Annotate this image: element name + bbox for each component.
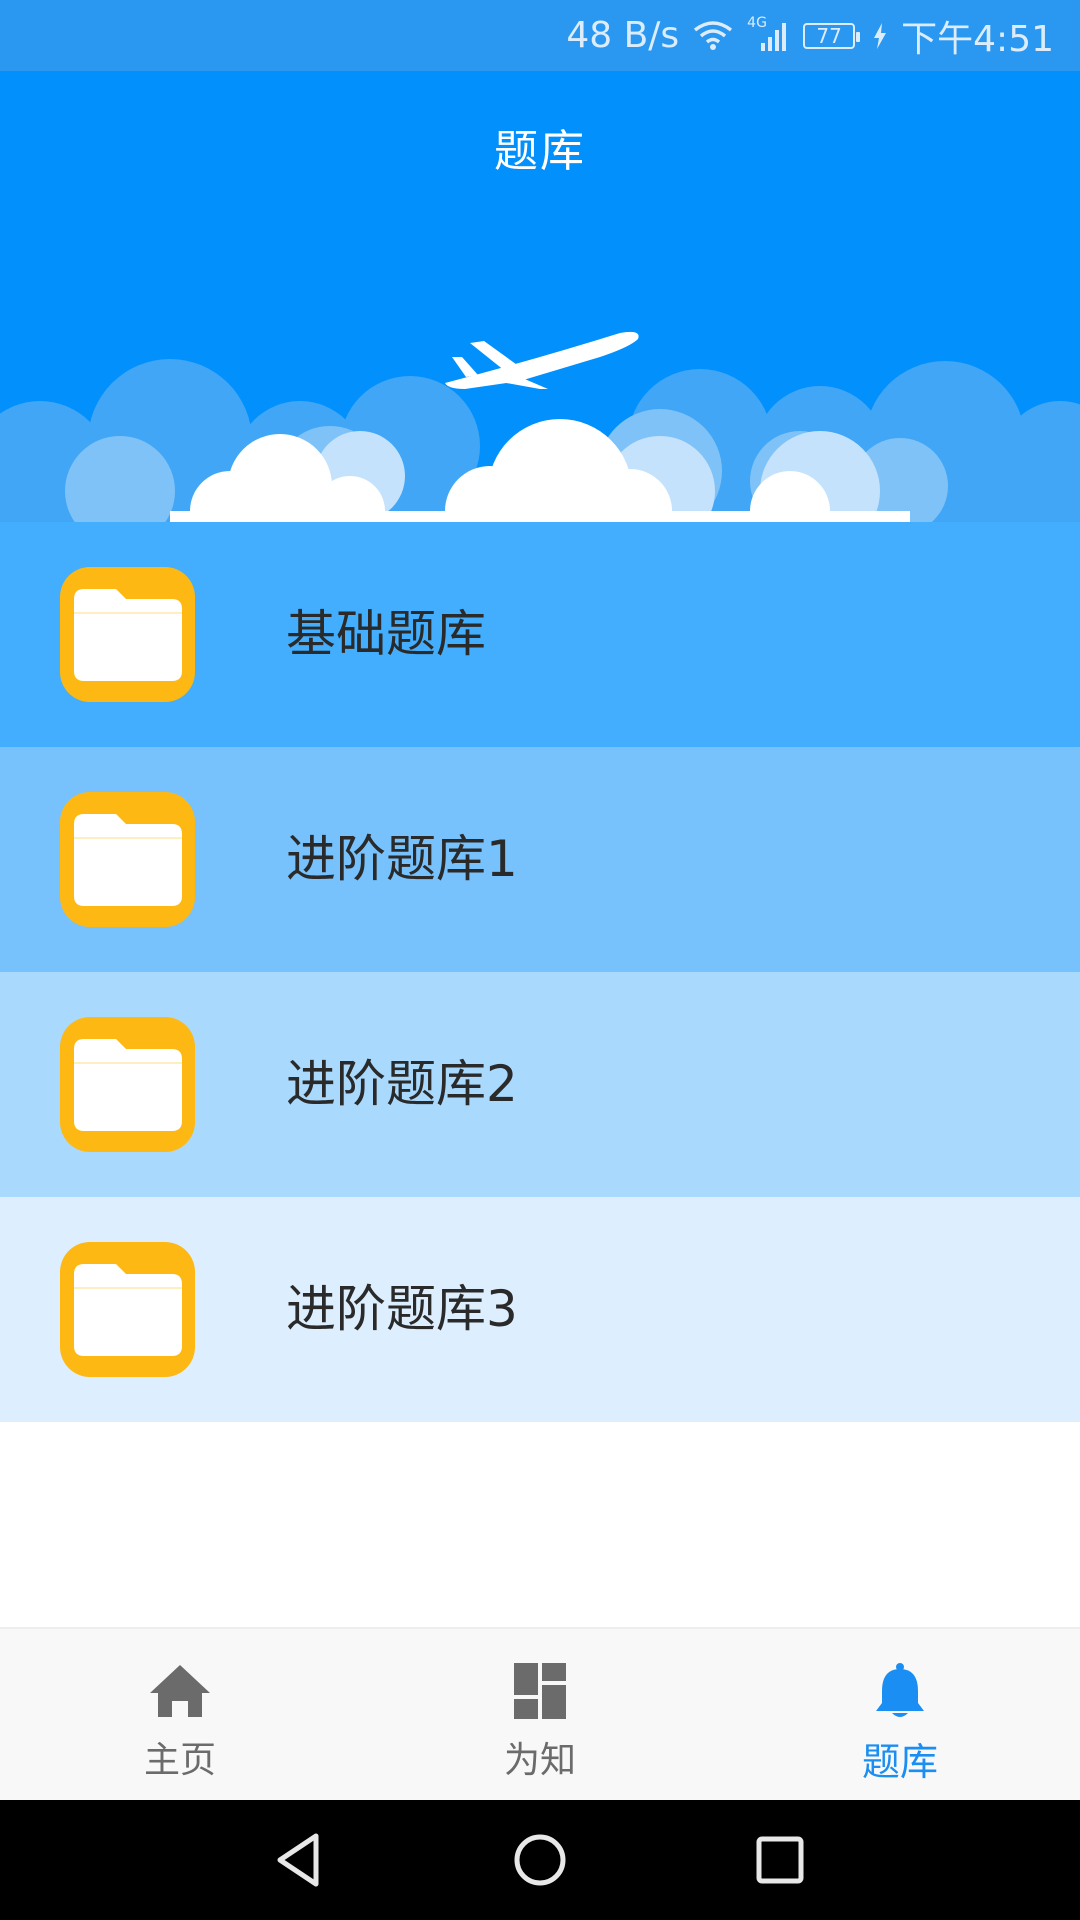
app-screen: 48 B/s 4G 77 下午4:51 题库 基础题库 进阶题库1 进阶题库2 … xyxy=(0,0,1080,1920)
folder-icon xyxy=(60,792,195,927)
system-nav-bar xyxy=(0,1800,1080,1920)
airplane-icon xyxy=(445,331,639,389)
back-icon[interactable] xyxy=(268,1828,332,1892)
recents-icon[interactable] xyxy=(748,1828,812,1892)
bottom-nav: 主页 为知 题库 xyxy=(0,1627,1080,1800)
tab-wiz[interactable]: 为知 xyxy=(360,1629,720,1800)
folder-icon xyxy=(60,1242,195,1377)
battery-icon: 77 xyxy=(803,22,861,49)
header-banner: 题库 xyxy=(0,71,1080,522)
folder-icon xyxy=(60,567,195,702)
net-speed: 48 B/s xyxy=(566,15,680,56)
list-item-basic-bank[interactable]: 基础题库 xyxy=(0,522,1080,747)
list-item-label: 进阶题库1 xyxy=(286,830,518,888)
tab-label: 题库 xyxy=(861,1740,938,1784)
list-item-advanced-bank-3[interactable]: 进阶题库3 xyxy=(0,1197,1080,1422)
list-item-advanced-bank-2[interactable]: 进阶题库2 xyxy=(0,972,1080,1197)
list-item-label: 进阶题库3 xyxy=(286,1280,518,1338)
tab-home[interactable]: 主页 xyxy=(0,1629,360,1800)
bell-icon xyxy=(876,1663,924,1717)
question-bank-list: 基础题库 进阶题库1 进阶题库2 进阶题库3 xyxy=(0,522,1080,1422)
tab-label: 主页 xyxy=(143,1740,216,1781)
tab-label: 为知 xyxy=(503,1740,576,1781)
status-bar: 48 B/s 4G 77 下午4:51 xyxy=(0,0,1080,71)
folder-icon xyxy=(60,1017,195,1152)
list-item-label: 进阶题库2 xyxy=(286,1055,518,1113)
dashboard-icon xyxy=(514,1663,566,1719)
page-title: 题库 xyxy=(494,126,586,177)
charging-icon xyxy=(873,22,887,49)
list-item-label: 基础题库 xyxy=(286,605,486,663)
home-circle-icon[interactable] xyxy=(508,1828,572,1892)
battery-level: 77 xyxy=(803,22,861,49)
wifi-icon xyxy=(693,20,733,52)
list-item-advanced-bank-1[interactable]: 进阶题库1 xyxy=(0,747,1080,972)
clock: 下午4:51 xyxy=(901,18,1054,60)
network-type: 4G xyxy=(747,14,767,31)
signal-icon: 4G xyxy=(747,15,789,53)
tab-question-bank[interactable]: 题库 xyxy=(720,1629,1080,1800)
home-icon xyxy=(150,1665,210,1717)
